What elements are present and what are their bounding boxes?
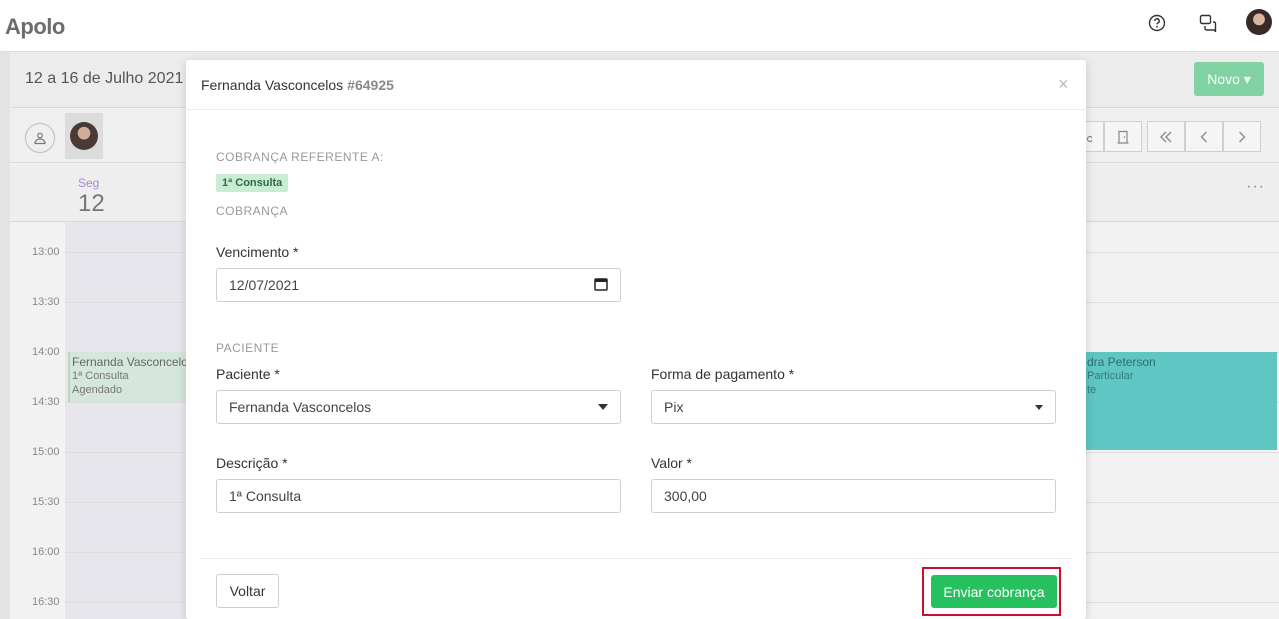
event-type: 1ª Consulta (72, 370, 129, 382)
chevron-down-icon (1035, 404, 1043, 410)
time-label: 14:00 (32, 346, 60, 358)
send-button-highlight: Enviar cobrança (922, 567, 1061, 616)
description-label: Descrição * (216, 455, 288, 471)
payment-method-select[interactable]: Pix (651, 390, 1056, 424)
professional-avatar[interactable] (65, 113, 103, 159)
record-id: #64925 (347, 77, 394, 93)
app-logo[interactable]: Apolo (5, 14, 65, 40)
description-input[interactable]: 1ª Consulta (216, 479, 621, 513)
time-label: 15:30 (32, 496, 60, 508)
chevron-down-icon (598, 404, 608, 410)
event-title: Fernanda Vasconcelos (72, 355, 194, 369)
description-value: 1ª Consulta (229, 488, 302, 504)
payment-method-label: Forma de pagamento * (651, 366, 795, 382)
new-button[interactable]: Novo ▾ (1194, 62, 1264, 96)
double-chevron-left-icon[interactable] (1147, 121, 1185, 152)
calendar-icon[interactable] (594, 277, 608, 294)
footer-divider (200, 558, 1072, 559)
event-status: Agendado (72, 384, 123, 396)
help-icon[interactable] (1146, 12, 1168, 34)
week-range: 12 a 16 de Julho 2021 (25, 70, 184, 87)
event-status: te (1087, 384, 1097, 396)
time-label: 13:30 (32, 296, 60, 308)
chevron-right-icon[interactable] (1223, 121, 1261, 152)
patient-select[interactable]: Fernanda Vasconcelos (216, 390, 621, 424)
due-date-label: Vencimento * (216, 244, 299, 260)
payment-method-value: Pix (664, 399, 684, 415)
amount-input[interactable]: 300,00 (651, 479, 1056, 513)
patient-name: Fernanda Vasconcelos (201, 77, 344, 93)
chat-icon[interactable] (1197, 12, 1219, 34)
patient-label: Paciente * (216, 366, 280, 382)
billing-modal: Fernanda Vasconcelos #64925 × COBRANÇA RE… (186, 60, 1086, 619)
door-icon[interactable] (1104, 121, 1142, 152)
day-name: Seg (78, 176, 100, 190)
top-bar: Apolo (0, 0, 1279, 52)
time-label: 16:00 (32, 546, 60, 558)
amount-value: 300,00 (664, 488, 707, 504)
user-avatar[interactable] (1246, 9, 1272, 35)
modal-title: Fernanda Vasconcelos #64925 (201, 77, 394, 93)
event-title: dra Peterson (1087, 355, 1156, 369)
time-label: 14:30 (32, 396, 60, 408)
due-date-input[interactable]: 12/07/2021 (216, 268, 621, 302)
billing-section-label: COBRANÇA (216, 204, 289, 218)
appointment-event[interactable]: dra Peterson Particular te (1083, 352, 1277, 450)
send-billing-button[interactable]: Enviar cobrança (931, 575, 1057, 608)
due-date-value: 12/07/2021 (229, 277, 300, 293)
time-label: 15:00 (32, 446, 60, 458)
professionals-icon[interactable] (25, 123, 55, 153)
back-button[interactable]: Voltar (216, 574, 279, 608)
patient-select-value: Fernanda Vasconcelos (229, 399, 372, 415)
time-label: 16:30 (32, 596, 60, 608)
close-icon[interactable]: × (1058, 74, 1069, 95)
appointment-event[interactable]: Fernanda Vasconcelos 1ª Consulta Agendad… (68, 352, 196, 402)
billing-reference-tag: 1ª Consulta (216, 174, 289, 192)
amount-label: Valor * (651, 455, 692, 471)
event-type: Particular (1087, 370, 1134, 382)
patient-section-label: PACIENTE (216, 341, 280, 355)
modal-header: Fernanda Vasconcelos #64925 × (186, 60, 1086, 110)
more-options-icon[interactable]: ··· (1246, 178, 1265, 196)
billing-reference-label: COBRANÇA REFERENTE A: (216, 150, 384, 164)
day-number: 12 (78, 190, 105, 217)
time-label: 13:00 (32, 246, 60, 258)
chevron-left-icon[interactable] (1185, 121, 1223, 152)
